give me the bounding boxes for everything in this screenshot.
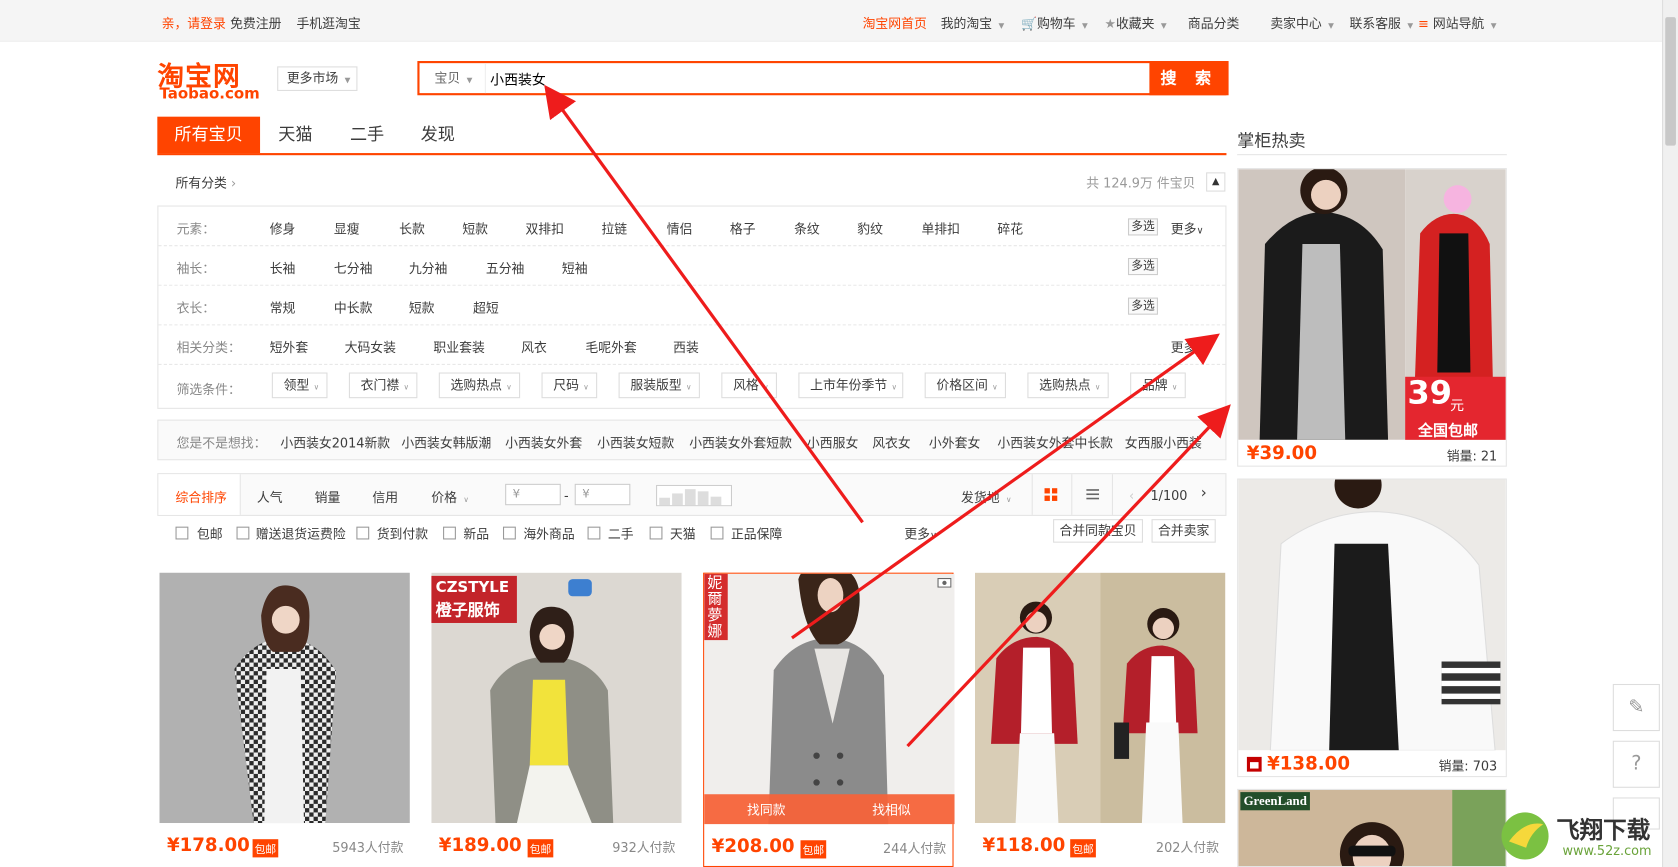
- watermark-logo-icon: [1501, 812, 1549, 860]
- watermark-name: 飞翔下载: [1556, 817, 1651, 845]
- taobao-page: 亲，请登录 免费注册 手机逛淘宝 淘宝网首页 我的淘宝 ▼ 🛒购物车 ▼ ★收藏夹 ▼…: [0, 0, 1678, 867]
- watermark: 飞翔下载 www.52z.com: [1498, 805, 1669, 867]
- annotation-arrows: [544, 84, 1231, 748]
- watermark-url: www.52z.com: [1562, 843, 1652, 859]
